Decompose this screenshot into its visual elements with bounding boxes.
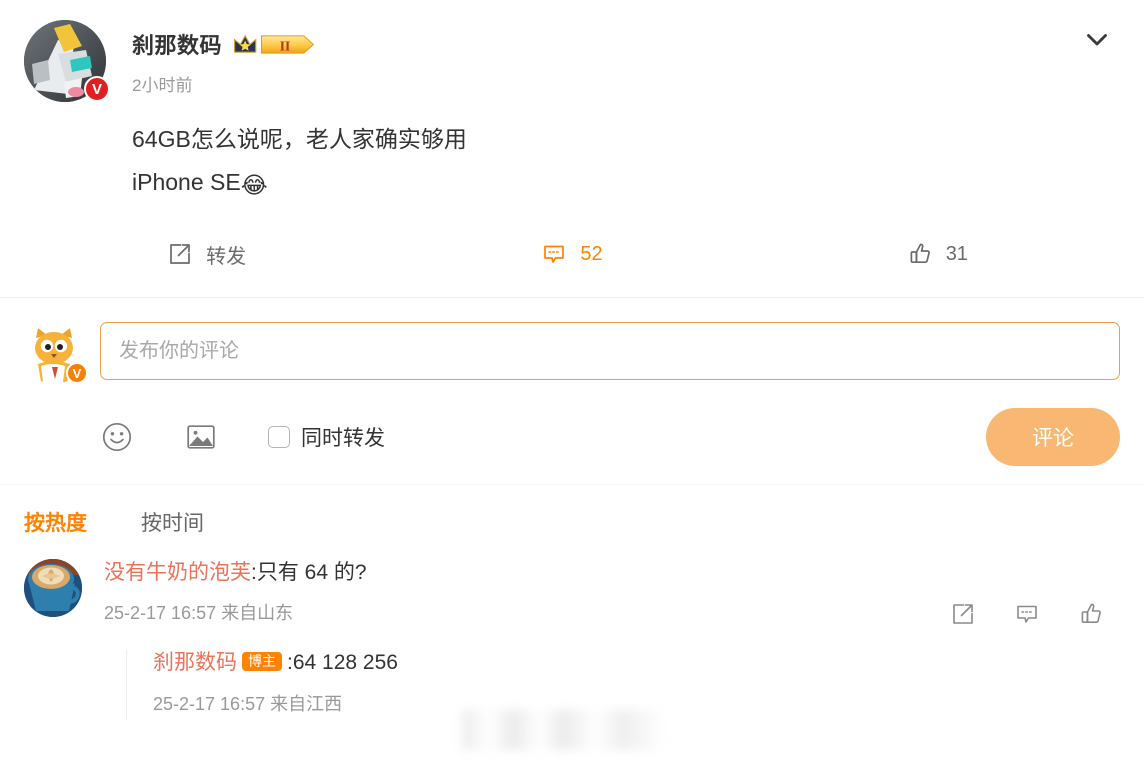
chevron-down-icon[interactable]: [1080, 22, 1114, 56]
commenter-avatar[interactable]: [24, 559, 82, 617]
submit-comment-button[interactable]: 评论: [986, 408, 1120, 466]
repost-label: 转发: [206, 245, 247, 268]
composer-toolbar: 同时转发 评论: [24, 406, 1120, 468]
weibo-post-page: V 刹那数码 II 2小时前 64GB怎么说呢，老人家确实够用 iPhone S…: [0, 0, 1144, 766]
comment-main: 没有牛奶的泡芙:只有 64 的? 25-2-17 16:57 来自山东 刹那数码…: [104, 559, 1120, 720]
reply-location: 来自江西: [270, 693, 343, 714]
post-text-line-2: iPhone SE😂: [132, 161, 1120, 207]
repost-button[interactable]: 转发: [24, 240, 389, 269]
sort-tab-time[interactable]: 按时间: [141, 507, 204, 537]
repost-checkbox-label: 同时转发: [301, 427, 385, 450]
picture-icon[interactable]: [184, 420, 218, 454]
comment-body: 只有 64 的?: [256, 561, 367, 584]
share-box-arrow-icon: [170, 244, 191, 264]
comment-list: 没有牛奶的泡芙:只有 64 的? 25-2-17 16:57 来自山东 刹那数码…: [0, 537, 1144, 720]
comment-author[interactable]: 没有牛奶的泡芙: [104, 561, 251, 584]
svg-text:II: II: [280, 38, 290, 53]
post-text-line-2-text: iPhone SE: [132, 169, 241, 195]
comment-date: 25-2-17 16:57: [104, 603, 217, 624]
comment-location: 来自山东: [221, 603, 294, 624]
repost-checkbox[interactable]: [268, 426, 290, 448]
comment-text-row: 没有牛奶的泡芙:只有 64 的?: [104, 559, 1120, 587]
reply-body: 64 128 256: [292, 651, 398, 675]
comment-sort-tabs: 按热度 按时间: [0, 485, 1144, 537]
blogger-badge: 博主: [242, 652, 282, 672]
author-name-row: 刹那数码 II: [132, 28, 317, 60]
post-meta: 刹那数码 II 2小时前: [112, 20, 317, 96]
repost-checkbox-wrap[interactable]: 同时转发: [268, 422, 385, 452]
smiley-face-icon[interactable]: [100, 420, 134, 454]
commenter-avatar-wrap[interactable]: [24, 559, 104, 720]
share-box-arrow-icon[interactable]: [950, 601, 976, 627]
author-avatar-wrap[interactable]: V: [24, 20, 112, 102]
author-name[interactable]: 刹那数码: [132, 28, 222, 60]
post-container: V 刹那数码 II 2小时前 64GB怎么说呢，老人家确实够用 iPhone S…: [0, 0, 1144, 207]
comment-input[interactable]: [100, 322, 1120, 380]
reply-date: 25-2-17 16:57: [153, 693, 266, 714]
comment-bubble-icon[interactable]: [1014, 601, 1040, 627]
comment-action-icons: [950, 601, 1104, 627]
comment-bubble-icon: [544, 245, 565, 263]
verified-badge: V: [84, 76, 110, 102]
thumbs-up-icon[interactable]: [1078, 601, 1104, 627]
like-button[interactable]: 31: [755, 241, 1120, 267]
post-timestamp: 2小时前: [132, 76, 193, 95]
current-user-avatar-wrap[interactable]: V: [24, 322, 100, 384]
latte-cup-avatar-image: [24, 559, 82, 617]
vip-crown-badge-icon: II: [234, 34, 315, 54]
comment-count: 52: [580, 242, 603, 265]
like-count: 31: [945, 242, 968, 265]
post-header: V 刹那数码 II 2小时前: [24, 20, 1120, 102]
sort-tab-hot[interactable]: 按热度: [24, 507, 87, 537]
reply-text-row: 刹那数码 博主:64 128 256: [153, 649, 1120, 677]
thumbs-up-icon: [910, 243, 930, 264]
post-text-line-1: 64GB怎么说呢，老人家确实够用: [132, 126, 467, 152]
comment-reply: 刹那数码 博主:64 128 256 25-2-17 16:57 来自江西: [126, 649, 1120, 720]
reply-author[interactable]: 刹那数码: [153, 651, 237, 674]
composer-input-row: V: [24, 322, 1120, 384]
comment-item: 没有牛奶的泡芙:只有 64 的? 25-2-17 16:57 来自山东 刹那数码…: [24, 559, 1120, 720]
post-action-bar: 转发 52 31: [24, 227, 1120, 281]
comment-composer: V 同时转发 评论: [0, 298, 1144, 468]
laughing-emoji-icon: 😂: [240, 172, 268, 198]
current-user-verified-badge: V: [66, 362, 88, 384]
post-text: 64GB怎么说呢，老人家确实够用 iPhone SE😂: [132, 118, 1120, 207]
comment-button[interactable]: 52: [389, 241, 754, 267]
reply-meta: 25-2-17 16:57 来自江西: [153, 690, 1120, 716]
